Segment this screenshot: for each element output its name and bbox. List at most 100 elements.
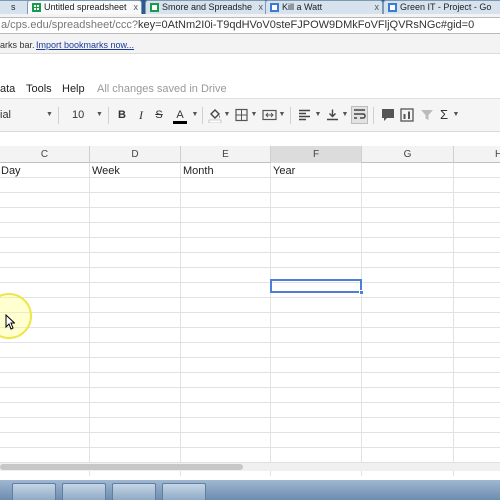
menu-data[interactable]: ata	[0, 83, 15, 95]
tab-label: Kill a Watt	[282, 2, 323, 12]
table-row	[0, 388, 500, 403]
insert-comment-icon[interactable]	[381, 107, 395, 123]
table-row	[0, 208, 500, 223]
table-row	[0, 238, 500, 253]
menu-bar: ata Tools Help All changes saved in Driv…	[0, 54, 500, 98]
table-row	[0, 193, 500, 208]
column-divider	[180, 163, 181, 476]
table-row	[0, 313, 500, 328]
insert-chart-icon[interactable]	[400, 107, 414, 123]
text-color-button[interactable]: A	[171, 107, 189, 124]
column-divider	[270, 163, 271, 476]
os-taskbar	[0, 480, 500, 500]
table-row	[0, 418, 500, 433]
browser-tab-strip: s x Untitled spreadsheet x Smore and Spr…	[0, 0, 500, 14]
chevron-down-icon[interactable]: ▼	[278, 107, 286, 123]
save-status: All changes saved in Drive	[97, 83, 227, 95]
table-row	[0, 403, 500, 418]
column-header-bar: C D E F G H	[0, 146, 500, 163]
browser-tab-untitled-spreadsheet[interactable]: Untitled spreadsheet x	[27, 0, 142, 14]
table-row	[0, 223, 500, 238]
column-header-d[interactable]: D	[90, 146, 181, 163]
address-bar: a/cps.edu/spreadsheet/ccc?key=0AtNm2I0i-…	[0, 14, 500, 37]
table-row	[0, 358, 500, 373]
tab-label: Smore and Spreadshe	[162, 2, 253, 12]
table-row	[0, 433, 500, 448]
page-icon	[270, 3, 279, 12]
selected-cell[interactable]	[270, 279, 364, 295]
horizontal-align-icon[interactable]	[298, 107, 311, 123]
table-row	[0, 298, 500, 313]
column-divider	[361, 163, 362, 476]
text-color-letter: A	[176, 109, 184, 121]
mouse-cursor-icon	[5, 314, 15, 330]
vertical-align-icon[interactable]	[326, 107, 339, 123]
menu-tools[interactable]: Tools	[26, 83, 52, 95]
column-divider	[453, 163, 454, 476]
spreadsheet-grid[interactable]: C D E F G H Day Week Month Year	[0, 146, 500, 476]
browser-tab-kill-a-watt[interactable]: Kill a Watt x	[265, 0, 383, 14]
column-header-f[interactable]: F	[271, 146, 362, 163]
wrap-text-button[interactable]	[351, 106, 368, 124]
taskbar-button[interactable]	[162, 483, 206, 500]
chevron-down-icon[interactable]: ▼	[314, 107, 322, 123]
taskbar-button[interactable]	[12, 483, 56, 500]
column-header-h[interactable]: H	[454, 146, 500, 163]
close-icon[interactable]: x	[259, 1, 264, 13]
chevron-down-icon[interactable]: ▼	[452, 107, 460, 123]
chevron-down-icon: ▼	[46, 111, 53, 118]
borders-icon[interactable]	[235, 107, 248, 123]
fill-color-icon[interactable]	[208, 107, 222, 123]
wrap-text-icon	[354, 109, 366, 119]
bookmarks-bar-text: arks bar.	[0, 40, 35, 50]
browser-tab-smore[interactable]: Smore and Spreadshe x	[145, 0, 267, 14]
cell-f1[interactable]: Year	[272, 164, 361, 179]
table-row	[0, 253, 500, 268]
browser-tab-green-it[interactable]: Green IT - Project - Go	[383, 0, 500, 14]
toolbar-divider	[290, 107, 291, 124]
bold-button[interactable]: B	[115, 107, 129, 123]
chevron-down-icon[interactable]: ▼	[341, 107, 349, 123]
table-row	[0, 343, 500, 358]
url-field[interactable]: a/cps.edu/spreadsheet/ccc?key=0AtNm2I0i-…	[0, 17, 500, 34]
taskbar-button[interactable]	[62, 483, 106, 500]
scrollbar-thumb[interactable]	[0, 464, 243, 470]
cell-c1[interactable]: Day	[0, 164, 89, 179]
chevron-down-icon[interactable]: ▼	[223, 107, 231, 123]
toolbar-divider	[373, 107, 374, 124]
font-size-value: 10	[72, 109, 85, 121]
close-icon[interactable]: x	[375, 1, 380, 13]
table-row	[0, 283, 500, 298]
horizontal-scrollbar[interactable]	[0, 462, 500, 471]
import-bookmarks-link[interactable]: Import bookmarks now...	[36, 37, 134, 53]
text-color-swatch	[173, 121, 187, 124]
font-size-select[interactable]: 10 ▼	[68, 107, 104, 123]
url-prefix: a/cps.edu/spreadsheet/ccc?	[1, 19, 138, 31]
toolbar-divider	[58, 107, 59, 124]
merge-cells-icon[interactable]	[262, 107, 277, 123]
chevron-down-icon: ▼	[96, 111, 103, 118]
table-row	[0, 328, 500, 343]
column-header-g[interactable]: G	[362, 146, 454, 163]
toolbar: ial ▼ 10 ▼ B I S A ▼ ▼ ▼ ▼ ▼ ▼ Σ ▼	[0, 98, 500, 132]
menu-help[interactable]: Help	[62, 83, 85, 95]
chevron-down-icon[interactable]: ▼	[191, 107, 199, 123]
column-header-e[interactable]: E	[181, 146, 271, 163]
close-icon[interactable]: x	[134, 1, 139, 13]
cell-e1[interactable]: Month	[182, 164, 270, 179]
table-row	[0, 373, 500, 388]
italic-button[interactable]: I	[134, 107, 148, 123]
chevron-down-icon[interactable]: ▼	[250, 107, 258, 123]
fill-handle[interactable]	[359, 290, 364, 295]
cell-d1[interactable]: Week	[91, 164, 180, 179]
taskbar-button[interactable]	[112, 483, 156, 500]
font-family-select[interactable]: ial ▼	[0, 107, 56, 123]
column-divider	[89, 163, 90, 476]
column-header-c[interactable]: C	[0, 146, 90, 163]
functions-button[interactable]: Σ	[438, 107, 450, 123]
bookmarks-bar: arks bar. Import bookmarks now...	[0, 37, 500, 54]
spreadsheet-icon	[150, 3, 159, 12]
strikethrough-button[interactable]: S	[152, 107, 166, 123]
filter-icon[interactable]	[420, 107, 434, 123]
spreadsheet-icon	[32, 3, 41, 12]
